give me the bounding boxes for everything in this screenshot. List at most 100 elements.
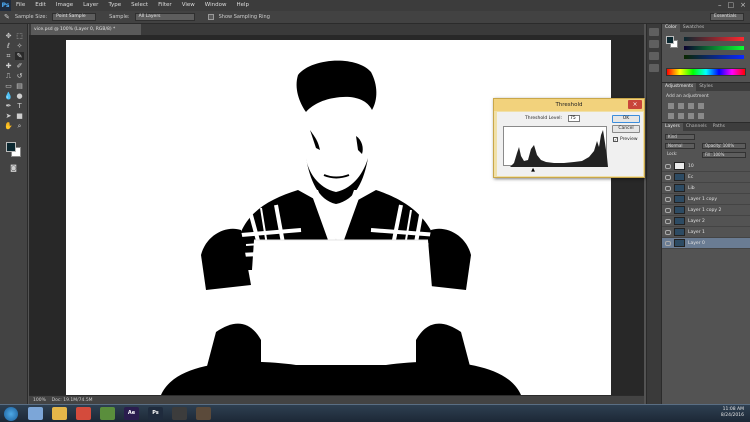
layer-row[interactable]: Layer 1 copy 2 [662,205,750,216]
history-panel-icon[interactable] [649,28,659,36]
quick-select-tool-icon[interactable]: ✧ [15,42,24,50]
misc-app-icon[interactable] [196,407,211,420]
dialog-title[interactable]: Threshold [494,99,644,111]
brush-tool-icon[interactable]: ✐ [15,62,24,70]
workspace-select[interactable]: Essentials [710,13,744,21]
menu-type[interactable]: Type [103,0,126,11]
levels-adjust-icon[interactable] [678,103,684,109]
zoom-level[interactable]: 100% [33,398,46,403]
history-brush-tool-icon[interactable]: ↺ [15,72,24,80]
visibility-eye-icon[interactable] [665,240,671,246]
eye-app-icon[interactable] [172,407,187,420]
layer-row[interactable]: Layer 1 copy [662,194,750,205]
character-panel-icon[interactable] [649,52,659,60]
visibility-eye-icon[interactable] [665,218,671,224]
green-slider[interactable] [684,46,744,50]
eyedropper-tool-preset-icon[interactable]: ✎ [4,13,10,21]
shape-tool-icon[interactable]: ■ [15,112,24,120]
tab-channels[interactable]: Channels [683,123,710,131]
exposure-adjust-icon[interactable] [698,103,704,109]
type-tool-icon[interactable]: T [15,102,24,110]
panel-foreground-swatch[interactable] [666,36,674,44]
eraser-tool-icon[interactable]: ▭ [4,82,13,90]
close-window-icon[interactable]: × [740,1,746,9]
dodge-tool-icon[interactable]: ● [15,92,24,100]
layer-row[interactable]: 10 [662,161,750,172]
tab-color[interactable]: Color [662,24,680,32]
layer-row[interactable]: Layer 0 [662,238,750,249]
after-effects-icon[interactable]: Ae [124,407,139,420]
visibility-eye-icon[interactable] [665,185,671,191]
image-canvas[interactable] [66,40,611,395]
curves-adjust-icon[interactable] [688,103,694,109]
start-button[interactable] [4,406,18,421]
visibility-eye-icon[interactable] [665,163,671,169]
blend-mode-select[interactable]: Normal [665,143,695,149]
blue-slider[interactable] [684,55,744,59]
folder-icon[interactable] [52,407,67,420]
clock-date[interactable]: 8/24/2016 [721,413,744,419]
tab-styles[interactable]: Styles [696,83,716,91]
pen-tool-icon[interactable]: ✒ [4,102,13,110]
marquee-tool-icon[interactable]: ⬚ [15,32,24,40]
gradient-tool-icon[interactable]: ▤ [15,82,24,90]
hand-tool-icon[interactable]: ✋ [4,122,13,130]
maximize-icon[interactable]: □ [728,1,735,9]
menu-window[interactable]: Window [200,0,232,11]
show-sampling-ring-checkbox[interactable] [207,14,214,20]
visibility-eye-icon[interactable] [665,174,671,180]
threshold-slider-handle[interactable]: ▲ [531,167,535,173]
paragraph-panel-icon[interactable] [649,64,659,72]
quick-mask-icon[interactable]: ◙ [9,164,18,172]
menu-filter[interactable]: Filter [153,0,177,11]
menu-layer[interactable]: Layer [78,0,103,11]
layer-kind-filter[interactable]: Kind [665,134,695,140]
media-icon[interactable] [100,407,115,420]
foreground-color-swatch[interactable] [6,142,16,152]
menu-file[interactable]: File [11,0,30,11]
opacity-field[interactable]: Opacity: 100% [702,143,746,149]
photo-filter-adjust-icon[interactable] [698,113,704,119]
layer-row[interactable]: Ec [662,172,750,183]
crop-tool-icon[interactable]: ⌗ [4,52,13,60]
visibility-eye-icon[interactable] [665,196,671,202]
blur-tool-icon[interactable]: 💧 [4,92,13,100]
tab-adjustments[interactable]: Adjustments [662,83,697,91]
tab-swatches[interactable]: Swatches [680,24,708,32]
clone-stamp-tool-icon[interactable]: ⎍ [4,72,13,80]
threshold-level-input[interactable]: 75 [568,115,580,122]
lasso-tool-icon[interactable]: ℓ [4,42,13,50]
red-slider[interactable] [684,37,744,41]
canvas-area[interactable] [29,35,644,395]
document-tab[interactable]: vice.psd @ 100% (Layer 0, RGB/8) * [31,24,141,35]
color-spectrum[interactable] [666,68,746,76]
hue-adjust-icon[interactable] [668,113,674,119]
menu-edit[interactable]: Edit [30,0,51,11]
ok-button[interactable]: OK [612,115,640,123]
brightness-adjust-icon[interactable] [668,103,674,109]
photoshop-icon[interactable]: Ps [148,407,163,420]
sample-size-select[interactable]: Point Sample [52,13,97,21]
move-tool-icon[interactable]: ✥ [4,32,13,40]
dialog-close-button[interactable]: × [628,100,642,109]
file-icon[interactable] [28,407,43,420]
healing-brush-tool-icon[interactable]: ✚ [4,62,13,70]
properties-panel-icon[interactable] [649,40,659,48]
fill-field[interactable]: Fill: 100% [702,152,746,158]
layer-row[interactable]: Lib [662,183,750,194]
layer-row[interactable]: Layer 2 [662,216,750,227]
bw-adjust-icon[interactable] [688,113,694,119]
visibility-eye-icon[interactable] [665,207,671,213]
menu-view[interactable]: View [177,0,200,11]
menu-help[interactable]: Help [231,0,254,11]
cancel-button[interactable]: Cancel [612,125,640,133]
menu-select[interactable]: Select [126,0,153,11]
path-select-tool-icon[interactable]: ➤ [4,112,13,120]
histogram[interactable] [503,126,608,167]
minimize-icon[interactable]: – [718,1,722,9]
color-balance-adjust-icon[interactable] [678,113,684,119]
preview-checkbox[interactable]: ✓ [613,137,618,142]
layer-row[interactable]: Layer 1 [662,227,750,238]
menu-image[interactable]: Image [51,0,78,11]
zoom-tool-icon[interactable]: ⌕ [15,122,24,130]
